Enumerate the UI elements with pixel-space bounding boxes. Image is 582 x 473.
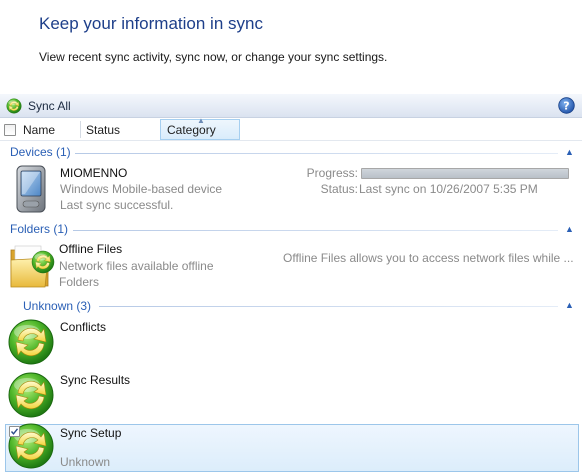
checkmark-icon [10,428,19,435]
folder-description: Network files available offline [59,259,214,273]
sync-all-button[interactable]: Sync All [6,96,71,116]
list-item-offline-files[interactable]: Offline Files Network files available of… [6,238,580,292]
progress-label: Progress: [306,166,358,180]
column-category-label: Category [167,122,216,137]
sync-progress-bar [361,168,569,179]
status-label: Status: [320,182,358,196]
checkbox-box [4,123,16,136]
help-icon[interactable]: ? [558,97,575,114]
item-category-sync-setup: Unknown [60,455,111,469]
folder-category: Folders [59,275,100,289]
group-divider [75,153,558,154]
column-divider[interactable] [80,121,81,138]
sync-center-icon [7,371,55,419]
device-sync-status: Last sync successful. [60,198,174,212]
sync-arrows-icon [6,98,22,114]
pda-device-icon [16,165,46,213]
svg-text:?: ? [563,100,569,113]
column-name[interactable]: Name [23,119,79,140]
progress-fill [362,169,568,178]
sort-ascending-icon: ▲ [197,116,205,125]
group-header-folders[interactable]: Folders (1) [10,222,68,236]
sync-center-icon [7,318,55,366]
folder-status: Offline Files allows you to access netwo… [283,251,574,265]
group-divider [99,306,558,307]
sync-folder-icon [10,245,55,288]
folder-name: Offline Files [59,242,123,256]
group-header-unknown[interactable]: Unknown (3) [23,299,91,313]
device-type: Windows Mobile-based device [60,182,223,196]
list-item-conflicts[interactable]: Conflicts [6,316,580,368]
item-name-conflicts: Conflicts [60,320,107,334]
group-divider [73,230,558,231]
item-name-sync-setup: Sync Setup [60,426,122,440]
sync-all-label: Sync All [28,99,71,113]
sync-setup-checkbox[interactable] [9,426,20,437]
column-name-label: Name [23,122,56,137]
status-value: Last sync on 10/26/2007 5:35 PM [359,182,538,196]
page-title: Keep your information in sync [39,14,263,33]
collapse-devices-icon[interactable]: ▲ [565,147,574,157]
toolbar: Sync All ? [0,93,582,118]
device-name: MIOMENNO [60,166,128,180]
list-item-sync-results[interactable]: Sync Results [6,369,580,421]
checkbox-box [9,426,20,437]
column-status[interactable]: Status [86,119,159,140]
collapse-unknown-icon[interactable]: ▲ [565,300,574,310]
group-header-devices[interactable]: Devices (1) [10,145,71,159]
item-name-sync-results: Sync Results [60,373,131,387]
select-all-checkbox[interactable] [4,119,16,140]
column-header-bar: Name Status Category ▲ [0,116,582,141]
column-status-label: Status [86,122,121,137]
page-subtitle: View recent sync activity, sync now, or … [39,50,388,64]
collapse-folders-icon[interactable]: ▲ [565,224,574,234]
